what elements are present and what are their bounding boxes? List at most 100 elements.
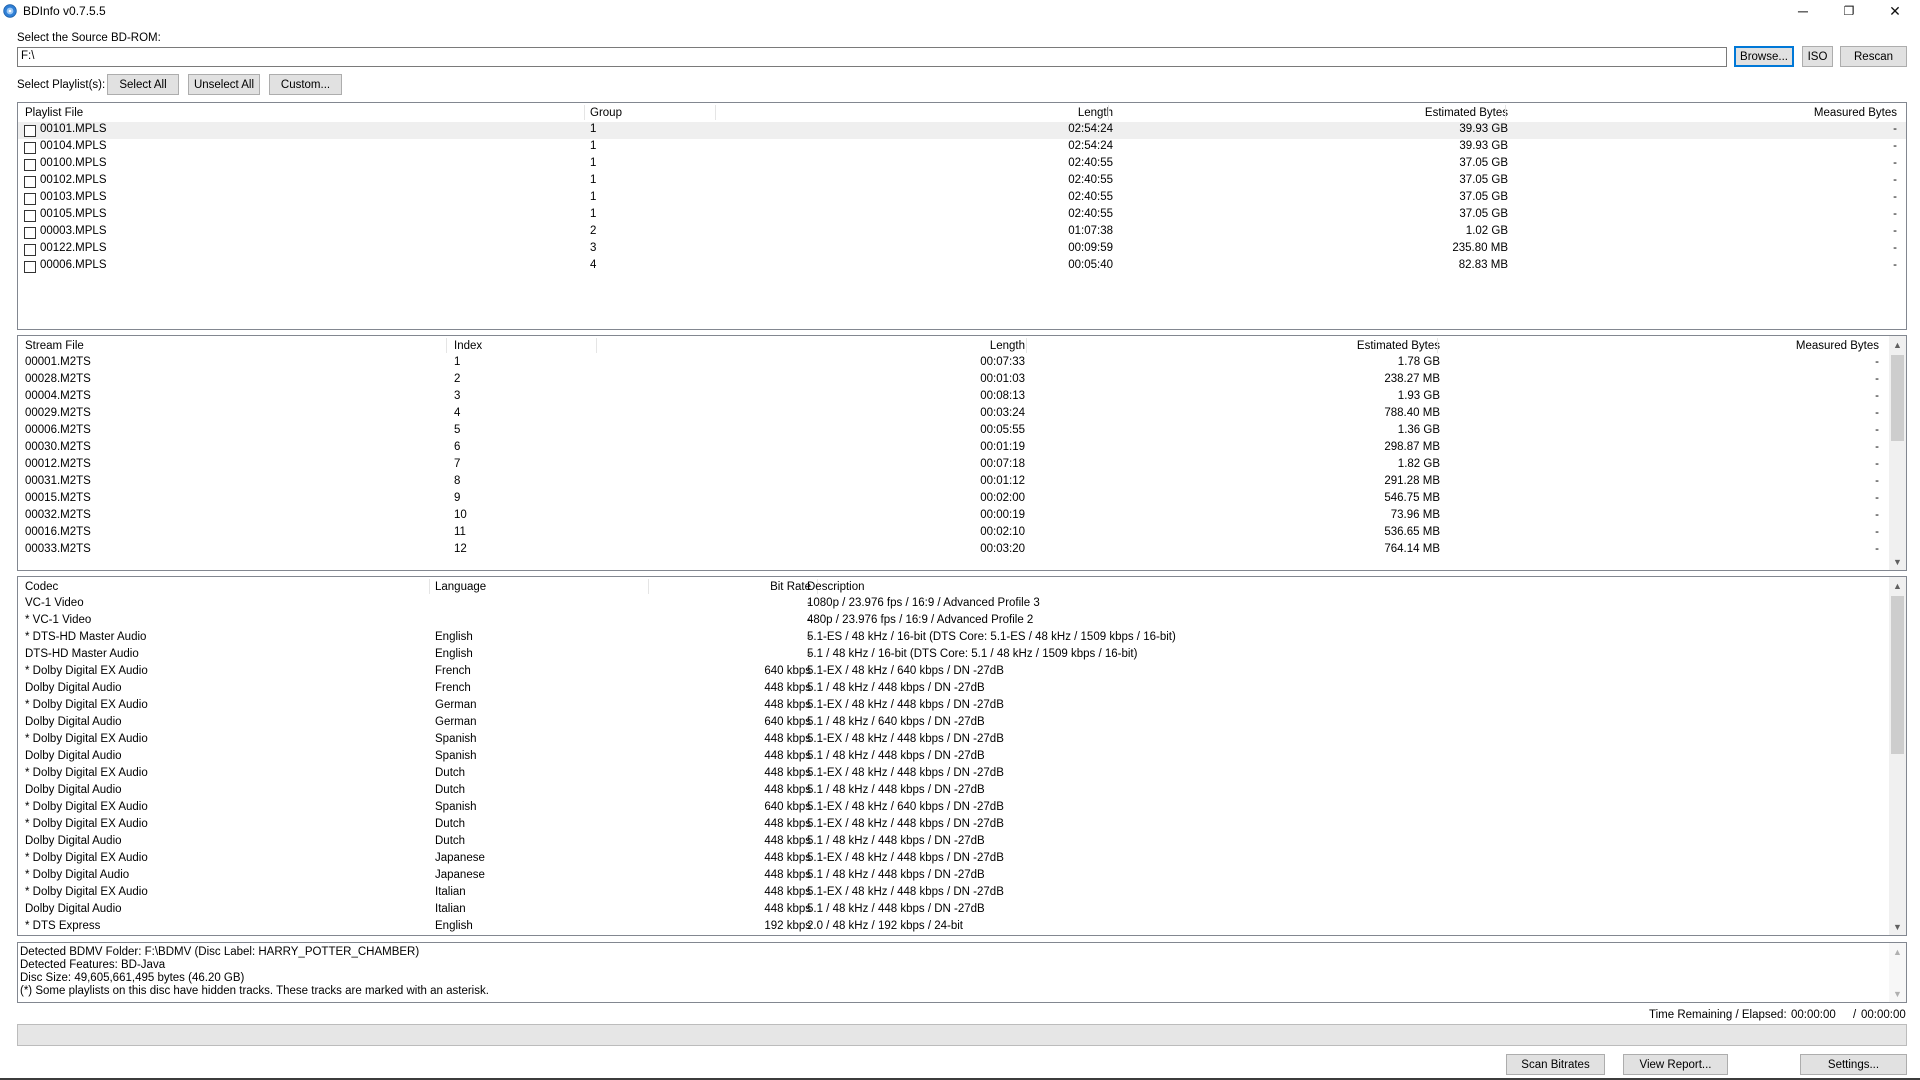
stream-file: 00032.M2TS <box>25 509 91 521</box>
stream-row[interactable]: 00001.M2TS 1 00:07:33 1.78 GB - <box>18 355 1889 372</box>
playlist-checkbox[interactable] <box>24 176 36 188</box>
stream-index: 11 <box>454 526 466 538</box>
stream-row[interactable]: 00033.M2TS 12 00:03:20 764.14 MB - <box>18 542 1889 559</box>
codec-row[interactable]: * Dolby Digital EX Audio German 448 kbps 5.… <box>18 698 1889 715</box>
codec-row[interactable]: * DTS Express English 192 kbps 2.0 / 48 kHz… <box>18 919 1889 935</box>
stream-list[interactable]: Stream File Index Length Estimated Bytes… <box>17 335 1907 571</box>
column-header-stream-file[interactable]: Stream File <box>25 340 84 352</box>
playlist-checkbox[interactable] <box>24 261 36 273</box>
maximize-button[interactable]: ❐ <box>1826 0 1872 22</box>
column-header-estimated-bytes[interactable]: Estimated Bytes <box>1425 107 1508 119</box>
codec-row[interactable]: * Dolby Digital EX Audio Dutch 448 kbps 5.1… <box>18 817 1889 834</box>
playlist-row[interactable]: 00105.MPLS 1 02:40:55 37.05 GB - <box>18 207 1906 224</box>
scrollbar-thumb[interactable] <box>1891 596 1904 754</box>
playlist-checkbox[interactable] <box>24 159 36 171</box>
column-header-description[interactable]: Description <box>807 581 865 593</box>
codec-language: Spanish <box>435 801 477 813</box>
chevron-up-icon[interactable]: ▲ <box>1889 336 1906 353</box>
unselect-all-button[interactable]: Unselect All <box>188 74 260 95</box>
stream-length: 00:03:24 <box>980 407 1025 419</box>
status-scrollbar[interactable]: ▲ ▼ <box>1889 943 1906 1002</box>
column-header-codec[interactable]: Codec <box>25 581 58 593</box>
playlist-checkbox[interactable] <box>24 210 36 222</box>
chevron-up-icon[interactable]: ▲ <box>1889 943 1906 960</box>
chevron-up-icon[interactable]: ▲ <box>1889 577 1906 594</box>
codec-row[interactable]: * DTS-HD Master Audio English -5.1-ES / 48… <box>18 630 1889 647</box>
playlist-checkbox[interactable] <box>24 125 36 137</box>
stream-estimated-bytes: 73.96 MB <box>1390 509 1440 521</box>
codec-row[interactable]: Dolby Digital Audio Dutch 448 kbps 5.1 / 48… <box>18 834 1889 851</box>
stream-list-scrollbar[interactable]: ▲ ▼ <box>1889 336 1906 570</box>
playlist-checkbox[interactable] <box>24 142 36 154</box>
playlist-checkbox[interactable] <box>24 227 36 239</box>
codec-row[interactable]: Dolby Digital Audio French 448 kbps 5.1 / 4… <box>18 681 1889 698</box>
stream-row[interactable]: 00031.M2TS 8 00:01:12 291.28 MB - <box>18 474 1889 491</box>
title-bar[interactable]: BDInfo v0.7.5.5 ─ ❐ ✕ <box>0 0 1920 22</box>
select-all-button[interactable]: Select All <box>107 74 179 95</box>
codec-row[interactable]: Dolby Digital Audio Italian 448 kbps 5.1 / … <box>18 902 1889 919</box>
codec-row[interactable]: DTS-HD Master Audio English -5.1 / 48 kHz … <box>18 647 1889 664</box>
column-header-index[interactable]: Index <box>454 340 482 352</box>
stream-row[interactable]: 00032.M2TS 10 00:00:19 73.96 MB - <box>18 508 1889 525</box>
column-header-playlist-file[interactable]: Playlist File <box>25 107 83 119</box>
playlist-row[interactable]: 00102.MPLS 1 02:40:55 37.05 GB - <box>18 173 1906 190</box>
playlist-row[interactable]: 00122.MPLS 3 00:09:59 235.80 MB - <box>18 241 1906 258</box>
codec-row[interactable]: * Dolby Digital EX Audio Dutch 448 kbps 5.1… <box>18 766 1889 783</box>
chevron-down-icon[interactable]: ▼ <box>1889 918 1906 935</box>
codec-row[interactable]: * VC-1 Video -480p / 23.976 fps / 16:9 / … <box>18 613 1889 630</box>
codec-list-scrollbar[interactable]: ▲ ▼ <box>1889 577 1906 935</box>
playlist-row[interactable]: 00104.MPLS 1 02:54:24 39.93 GB - <box>18 139 1906 156</box>
playlist-list[interactable]: Playlist File Group Length Estimated Byt… <box>17 102 1907 330</box>
rescan-button[interactable]: Rescan <box>1840 46 1907 67</box>
stream-row[interactable]: 00015.M2TS 9 00:02:00 546.75 MB - <box>18 491 1889 508</box>
codec-list[interactable]: Codec Language Bit Rate Description VC-1… <box>17 576 1907 936</box>
scrollbar-thumb[interactable] <box>1891 355 1904 441</box>
playlist-checkbox[interactable] <box>24 244 36 256</box>
close-button[interactable]: ✕ <box>1872 0 1918 22</box>
stream-row[interactable]: 00030.M2TS 6 00:01:19 298.87 MB - <box>18 440 1889 457</box>
playlist-checkbox[interactable] <box>24 193 36 205</box>
stream-row[interactable]: 00004.M2TS 3 00:08:13 1.93 GB - <box>18 389 1889 406</box>
codec-row[interactable]: * Dolby Digital EX Audio Spanish 640 kbps 5… <box>18 800 1889 817</box>
stream-row[interactable]: 00012.M2TS 7 00:07:18 1.82 GB - <box>18 457 1889 474</box>
view-report-button[interactable]: View Report... <box>1623 1054 1728 1075</box>
scan-bitrates-button[interactable]: Scan Bitrates <box>1506 1054 1605 1075</box>
column-header-bit-rate[interactable]: Bit Rate <box>770 581 811 593</box>
status-text-box[interactable]: Detected BDMV Folder: F:\BDMV (Disc Labe… <box>17 942 1907 1003</box>
playlist-row[interactable]: 00101.MPLS 1 02:54:24 39.93 GB - <box>18 122 1906 139</box>
column-header-group[interactable]: Group <box>590 107 622 119</box>
stream-row[interactable]: 00006.M2TS 5 00:05:55 1.36 GB - <box>18 423 1889 440</box>
stream-file: 00016.M2TS <box>25 526 91 538</box>
settings-button[interactable]: Settings... <box>1800 1054 1907 1075</box>
codec-description: 5.1 / 48 kHz / 448 kbps / DN -27dB <box>807 835 985 847</box>
browse-button[interactable]: Browse... <box>1734 46 1794 67</box>
codec-row[interactable]: * Dolby Digital EX Audio Italian 448 kbps 5… <box>18 885 1889 902</box>
codec-row[interactable]: Dolby Digital Audio German 640 kbps 5.1 / 4… <box>18 715 1889 732</box>
minimize-button[interactable]: ─ <box>1780 0 1826 22</box>
codec-row[interactable]: * Dolby Digital EX Audio Japanese 448 kbps… <box>18 851 1889 868</box>
iso-button[interactable]: ISO <box>1802 46 1833 67</box>
codec-row[interactable]: Dolby Digital Audio Spanish 448 kbps 5.1 / … <box>18 749 1889 766</box>
column-header-length[interactable]: Length <box>990 340 1025 352</box>
stream-row[interactable]: 00028.M2TS 2 00:01:03 238.27 MB - <box>18 372 1889 389</box>
codec-row[interactable]: * Dolby Digital EX Audio Spanish 448 kbps 5… <box>18 732 1889 749</box>
playlist-row[interactable]: 00103.MPLS 1 02:40:55 37.05 GB - <box>18 190 1906 207</box>
column-header-measured-bytes[interactable]: Measured Bytes <box>1796 340 1879 352</box>
column-header-measured-bytes[interactable]: Measured Bytes <box>1814 107 1897 119</box>
codec-row[interactable]: * Dolby Digital EX Audio French 640 kbps 5.… <box>18 664 1889 681</box>
playlist-row[interactable]: 00100.MPLS 1 02:40:55 37.05 GB - <box>18 156 1906 173</box>
source-path-input[interactable]: F:\ <box>17 47 1727 67</box>
stream-row[interactable]: 00016.M2TS 11 00:02:10 536.65 MB - <box>18 525 1889 542</box>
codec-row[interactable]: VC-1 Video -1080p / 23.976 fps / 16:9 / A… <box>18 596 1889 613</box>
codec-row[interactable]: * Dolby Digital Audio Japanese 448 kbps 5.1… <box>18 868 1889 885</box>
custom-button[interactable]: Custom... <box>269 74 342 95</box>
playlist-row[interactable]: 00006.MPLS 4 00:05:40 82.83 MB - <box>18 258 1906 275</box>
chevron-down-icon[interactable]: ▼ <box>1889 553 1906 570</box>
column-header-estimated-bytes[interactable]: Estimated Bytes <box>1357 340 1440 352</box>
column-header-language[interactable]: Language <box>435 581 486 593</box>
stream-row[interactable]: 00029.M2TS 4 00:03:24 788.40 MB - <box>18 406 1889 423</box>
stream-file: 00028.M2TS <box>25 373 91 385</box>
playlist-row[interactable]: 00003.MPLS 2 01:07:38 1.02 GB - <box>18 224 1906 241</box>
codec-row[interactable]: Dolby Digital Audio Dutch 448 kbps 5.1 / 48… <box>18 783 1889 800</box>
chevron-down-icon[interactable]: ▼ <box>1889 985 1906 1002</box>
